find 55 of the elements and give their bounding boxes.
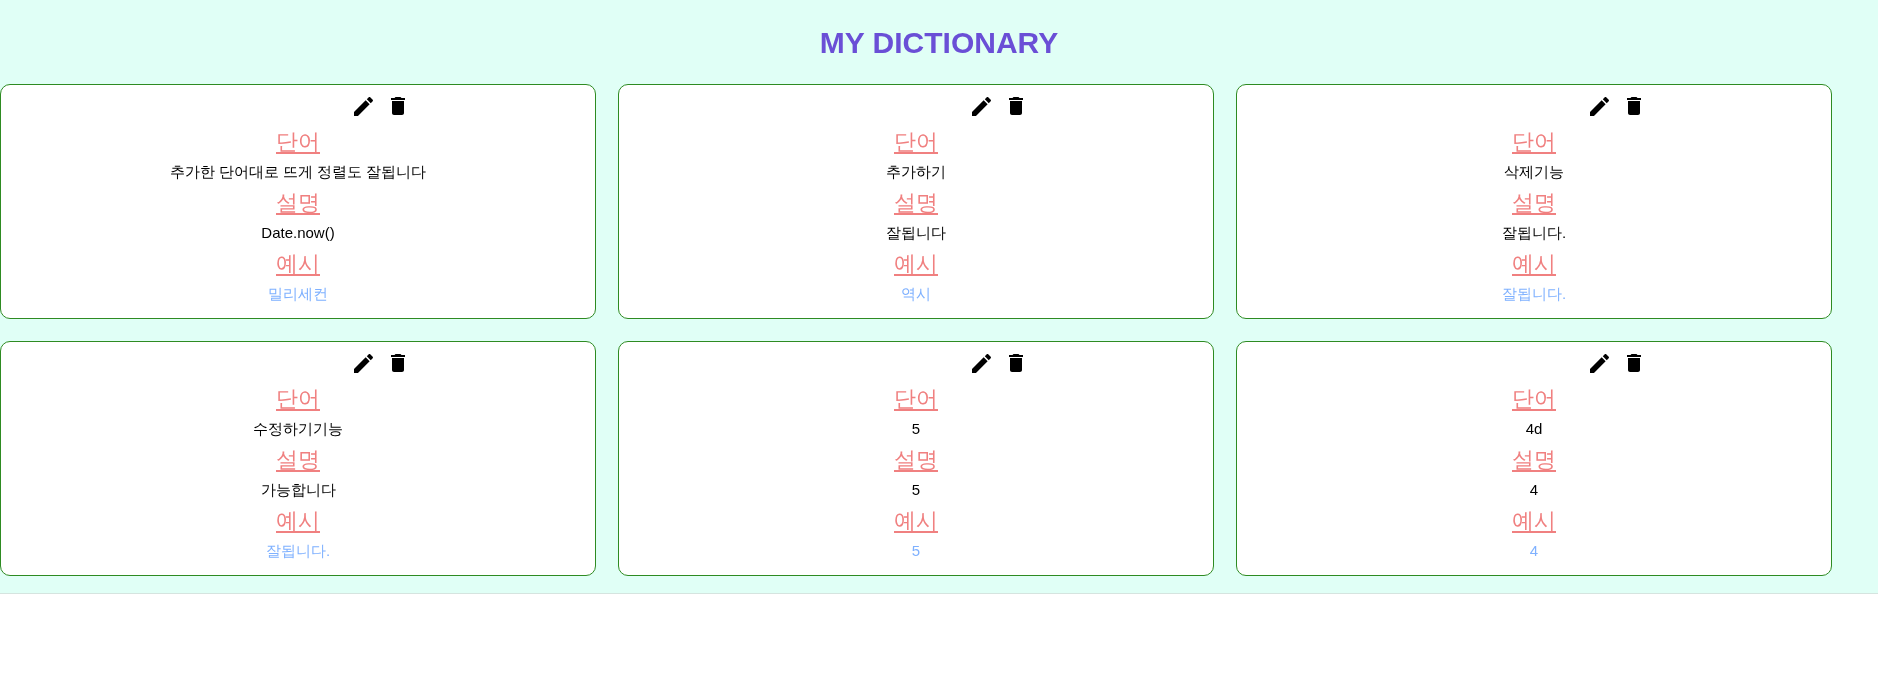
field-label: 단어	[276, 128, 320, 156]
field-value: Date.now()	[261, 223, 335, 243]
field-label: 예시	[1512, 250, 1556, 278]
edit-button[interactable]	[969, 351, 993, 375]
field-value: 잘됩니다.	[1501, 223, 1567, 243]
edit-button[interactable]	[1587, 351, 1611, 375]
field-value: 가능합니다	[260, 480, 336, 500]
pencil-icon	[971, 353, 991, 373]
edit-button[interactable]	[1587, 94, 1611, 118]
trash-icon	[1009, 97, 1023, 115]
pencil-icon	[353, 96, 373, 116]
field-label: 단어	[276, 385, 320, 413]
field-value: 4	[1529, 541, 1539, 561]
field-value: 5	[911, 419, 921, 439]
field-value: 4d	[1525, 419, 1543, 439]
field-label: 예시	[894, 250, 938, 278]
edit-button[interactable]	[351, 351, 375, 375]
field-value: 잘됩니다.	[265, 541, 331, 561]
trash-icon	[391, 97, 405, 115]
field-value: 잘됩니다	[886, 223, 946, 243]
field-label: 예시	[276, 250, 320, 278]
field-label: 예시	[894, 507, 938, 535]
field-label: 예시	[1512, 507, 1556, 535]
field-label: 설명	[276, 446, 320, 474]
field-value: 잘됩니다.	[1501, 284, 1567, 304]
field-label: 설명	[894, 446, 938, 474]
page-title: MY DICTIONARY	[818, 25, 1060, 61]
trash-icon	[1627, 354, 1641, 372]
field-label: 설명	[1512, 446, 1556, 474]
field-label: 단어	[894, 128, 938, 156]
pencil-icon	[1589, 353, 1609, 373]
trash-icon	[391, 354, 405, 372]
pencil-icon	[971, 96, 991, 116]
field-value: 5	[911, 541, 921, 561]
field-label: 설명	[276, 189, 320, 217]
field-value: 추가한 단어대로 뜨게 정렬도 잘됩니다	[169, 162, 427, 182]
field-value: 추가하기	[886, 162, 946, 182]
edit-button[interactable]	[969, 94, 993, 118]
pencil-icon	[1589, 96, 1609, 116]
field-label: 설명	[894, 189, 938, 217]
field-label: 단어	[1512, 385, 1556, 413]
trash-icon	[1009, 354, 1023, 372]
trash-icon	[1627, 97, 1641, 115]
field-value: 역시	[901, 284, 931, 304]
field-value: 밀리세컨	[268, 284, 328, 304]
field-label: 단어	[1512, 128, 1556, 156]
field-value: 4	[1529, 480, 1539, 500]
field-value: 삭제기능	[1504, 162, 1564, 182]
field-value: 수정하기기능	[253, 419, 343, 439]
field-label: 설명	[1512, 189, 1556, 217]
pencil-icon	[353, 353, 373, 373]
field-label: 단어	[894, 385, 938, 413]
field-label: 예시	[276, 507, 320, 535]
field-value: 5	[911, 480, 921, 500]
edit-button[interactable]	[351, 94, 375, 118]
